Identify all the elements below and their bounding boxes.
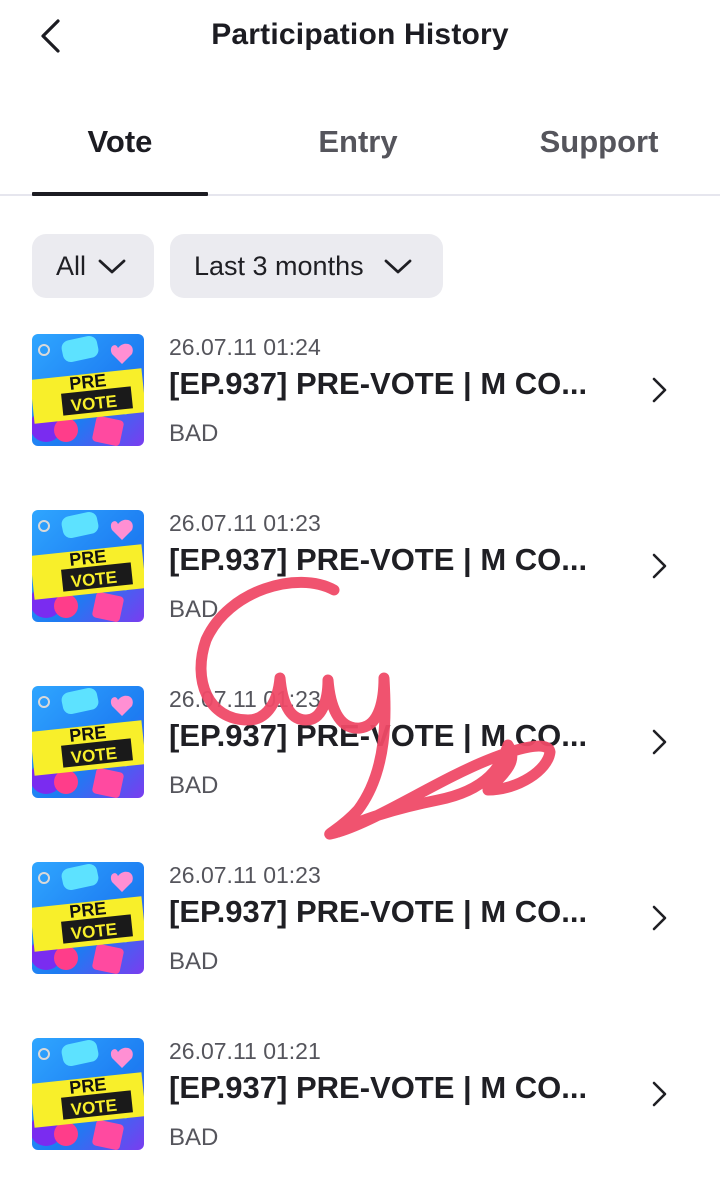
item-date: 26.07.11 01:24 bbox=[169, 334, 321, 360]
list-item[interactable]: PRE VOTE 26.07.11 01:23 [EP.937] PRE-VOT… bbox=[0, 672, 720, 812]
list-item[interactable]: PRE VOTE 26.07.11 01:24 [EP.937] PRE-VOT… bbox=[0, 320, 720, 460]
list-item[interactable]: PRE VOTE 26.07.11 01:23 [EP.937] PRE-VOT… bbox=[0, 848, 720, 988]
item-title: [EP.937] PRE-VOTE | M CO... bbox=[169, 366, 588, 401]
item-subtitle: BAD bbox=[169, 1124, 219, 1151]
thumb-text-pre: PRE bbox=[68, 370, 107, 394]
chevron-down-icon bbox=[384, 259, 412, 274]
tab-support[interactable]: Support bbox=[510, 112, 688, 192]
type-filter-dropdown[interactable]: All bbox=[32, 234, 154, 298]
pre-vote-thumbnail: PRE VOTE bbox=[32, 686, 144, 798]
chevron-down-icon bbox=[98, 259, 126, 274]
period-filter-dropdown[interactable]: Last 3 months bbox=[170, 234, 443, 298]
pre-vote-thumbnail: PRE VOTE bbox=[32, 510, 144, 622]
thumb-text-pre: PRE bbox=[68, 546, 107, 570]
period-filter-label: Last 3 months bbox=[194, 251, 364, 281]
header: Participation History bbox=[0, 0, 720, 80]
item-date: 26.07.11 01:23 bbox=[169, 686, 321, 712]
thumb-text-pre: PRE bbox=[68, 722, 107, 746]
item-title: [EP.937] PRE-VOTE | M CO... bbox=[169, 542, 588, 577]
active-tab-indicator bbox=[32, 192, 208, 196]
item-subtitle: BAD bbox=[169, 948, 219, 975]
chevron-right-icon bbox=[652, 553, 667, 579]
tab-entry[interactable]: Entry bbox=[270, 112, 446, 192]
item-date: 26.07.11 01:21 bbox=[169, 1038, 321, 1064]
tab-bar: Vote Entry Support bbox=[0, 112, 720, 196]
thumb-text-pre: PRE bbox=[68, 1074, 107, 1098]
item-title: [EP.937] PRE-VOTE | M CO... bbox=[169, 894, 588, 929]
pre-vote-thumbnail: PRE VOTE bbox=[32, 1038, 144, 1150]
thumb-text-pre: PRE bbox=[68, 898, 107, 922]
type-filter-label: All bbox=[56, 251, 87, 281]
item-subtitle: BAD bbox=[169, 772, 219, 799]
list-item[interactable]: PRE VOTE 26.07.11 01:23 [EP.937] PRE-VOT… bbox=[0, 496, 720, 636]
chevron-right-icon bbox=[652, 1081, 667, 1107]
chevron-right-icon bbox=[652, 905, 667, 931]
item-date: 26.07.11 01:23 bbox=[169, 862, 321, 888]
item-title: [EP.937] PRE-VOTE | M CO... bbox=[169, 718, 588, 753]
item-title: [EP.937] PRE-VOTE | M CO... bbox=[169, 1070, 588, 1105]
item-subtitle: BAD bbox=[169, 420, 219, 447]
chevron-right-icon bbox=[652, 729, 667, 755]
item-subtitle: BAD bbox=[169, 596, 219, 623]
item-date: 26.07.11 01:23 bbox=[169, 510, 321, 536]
chevron-right-icon bbox=[652, 377, 667, 403]
page-title: Participation History bbox=[211, 18, 509, 51]
pre-vote-thumbnail: PRE VOTE bbox=[32, 862, 144, 974]
pre-vote-thumbnail: PRE VOTE bbox=[32, 334, 144, 446]
list-item[interactable]: PRE VOTE 26.07.11 01:21 [EP.937] PRE-VOT… bbox=[0, 1024, 720, 1164]
tab-vote[interactable]: Vote bbox=[32, 112, 208, 192]
